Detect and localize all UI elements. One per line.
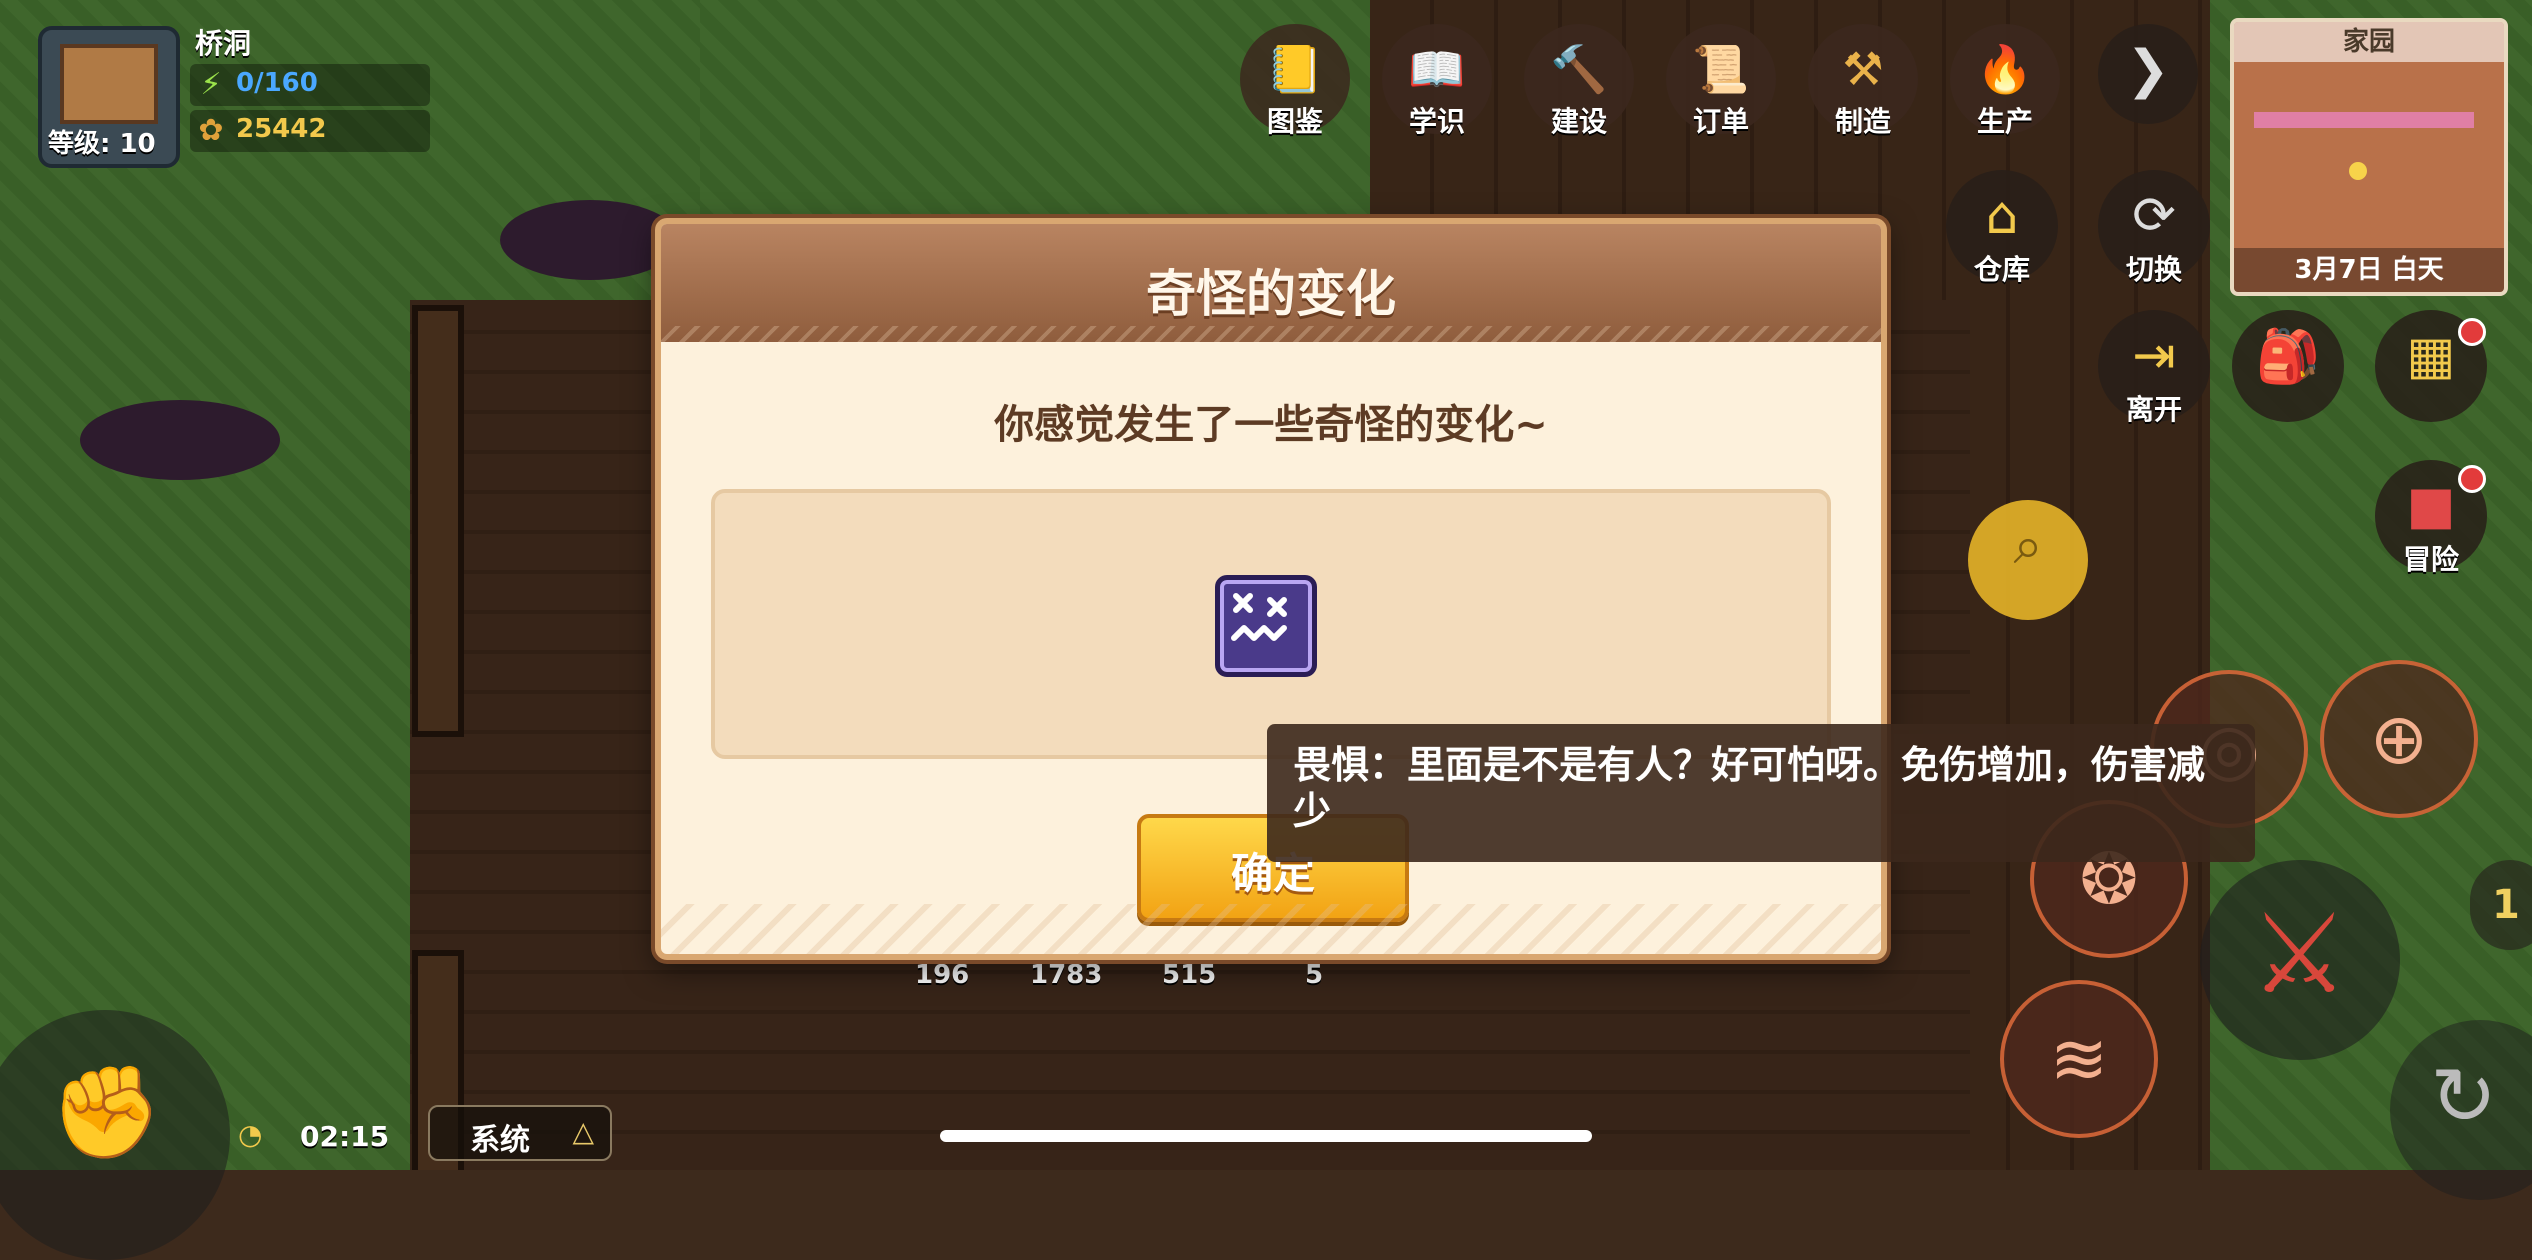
item-count: 5 [1305,960,1324,990]
clock: 02:15 [300,1120,390,1153]
exit-door-icon: ⇥ [2132,326,2176,386]
minimap-path [2254,112,2474,128]
produce-label: 生产 [1976,105,2033,138]
location-name: 桥洞 [195,27,252,60]
minimap[interactable]: 家园 3月7日 白天 [2230,18,2508,296]
chevron-right-icon: ❯ [2126,40,2170,100]
status-effect-panel [711,489,1831,759]
handshake-icon: ✊ [50,1060,163,1165]
energy-bar: ⚡ 0/160 [190,64,430,106]
open-book-icon: 📖 [1408,42,1466,96]
skill-button-2[interactable]: ⊕ [2320,660,2478,818]
location-map-icon [60,44,158,124]
hammer-icon: 🔨 [1550,42,1608,96]
footer-pattern [661,904,1881,954]
system-label: 系统 [470,1123,530,1158]
player-level: 等级: 10 [48,129,156,159]
knowledge-button[interactable]: 📖 学识 [1382,24,1492,138]
knowledge-label: 学识 [1408,105,1465,138]
adventure-label: 冒险 [2402,543,2459,576]
encyclopedia-button[interactable]: 📒 图鉴 [1240,24,1350,138]
dialog-title: 奇怪的变化 [1146,265,1396,323]
system-chat-button[interactable]: 系统 △ [428,1105,612,1161]
backpack-button[interactable]: 🎒 [2232,310,2344,422]
status-tooltip: 畏惧：里面是不是有人？好可怕呀。免伤增加，伤害减少 [1267,724,2255,862]
player-avatar[interactable]: 等级: 10 [38,26,180,168]
attack-button[interactable]: ⚔ [2200,860,2400,1060]
orders-label: 订单 [1692,105,1749,138]
player-marker [2349,162,2367,180]
search-button[interactable]: ⌕ [1968,500,2088,620]
leave-label: 离开 [2125,393,2182,426]
storage-label: 仓库 [1973,253,2030,286]
refresh-icon: ↻ [2430,1050,2498,1143]
switch-label: 切换 [2125,253,2182,286]
header-pattern [661,326,1881,342]
tornado-icon: ≋ [2049,1018,2109,1100]
tools-icon: ⚒ [1842,42,1884,96]
item-count: 515 [1162,960,1217,990]
dialog-message: 你感觉发生了一些奇怪的变化~ [994,402,1548,448]
craft-label: 制造 [1834,105,1891,138]
dialog-header: 奇怪的变化 [661,224,1881,342]
orders-button[interactable]: 📜 订单 [1666,24,1776,138]
home-indicator[interactable] [940,1130,1592,1142]
item-count: 1783 [1030,960,1103,990]
switch-button[interactable]: ⟳ 切换 [2098,170,2210,286]
tooltip-text: 畏惧：里面是不是有人？好可怕呀。免伤增加，伤害减少 [1293,743,2206,833]
switch-icon: ⟳ [2132,186,2176,246]
minimap-title: 家园 [2234,22,2504,62]
build-button[interactable]: 🔨 建设 [1524,24,1634,138]
house-icon: ⌂ [1985,186,2019,246]
notification-dot [2458,318,2486,346]
wifi-icon: ◔ [238,1118,263,1151]
skill-button-4[interactable]: ≋ [2000,980,2158,1138]
scroll-icon: 📜 [1692,42,1750,96]
expand-arrow-button[interactable]: ❯ [2098,24,2198,124]
sword-icon: ⚔ [2250,890,2349,1018]
encyclopedia-label: 图鉴 [1266,105,1323,138]
notification-dot [2458,465,2486,493]
item-count: 196 [915,960,970,990]
lightning-icon: ⚡ [200,67,222,102]
game-date: 3月7日 白天 [2234,248,2504,292]
produce-button[interactable]: 🔥 生产 [1950,24,2060,138]
crosshair-icon: ⊕ [2369,698,2429,780]
energy-value: 0/160 [236,68,318,98]
leave-button[interactable]: ⇥ 离开 [2098,310,2210,426]
backpack-icon: 🎒 [2255,327,2321,387]
chevron-up-icon: △ [572,1115,594,1148]
coin-bar: ✿ 25442 [190,110,430,152]
coin-icon: ✿ [198,113,224,148]
storage-button[interactable]: ⌂ 仓库 [1946,170,2058,286]
flame-icon: 🔥 [1976,42,2034,96]
craft-button[interactable]: ⚒ 制造 [1808,24,1918,138]
build-label: 建设 [1550,105,1607,138]
magnifier-icon: ⌕ [2013,516,2043,576]
coin-value: 25442 [236,114,327,144]
book-icon: 📒 [1266,42,1324,96]
side-counter: 1 [2470,860,2532,950]
dizzy-face-icon[interactable] [1215,575,1317,677]
